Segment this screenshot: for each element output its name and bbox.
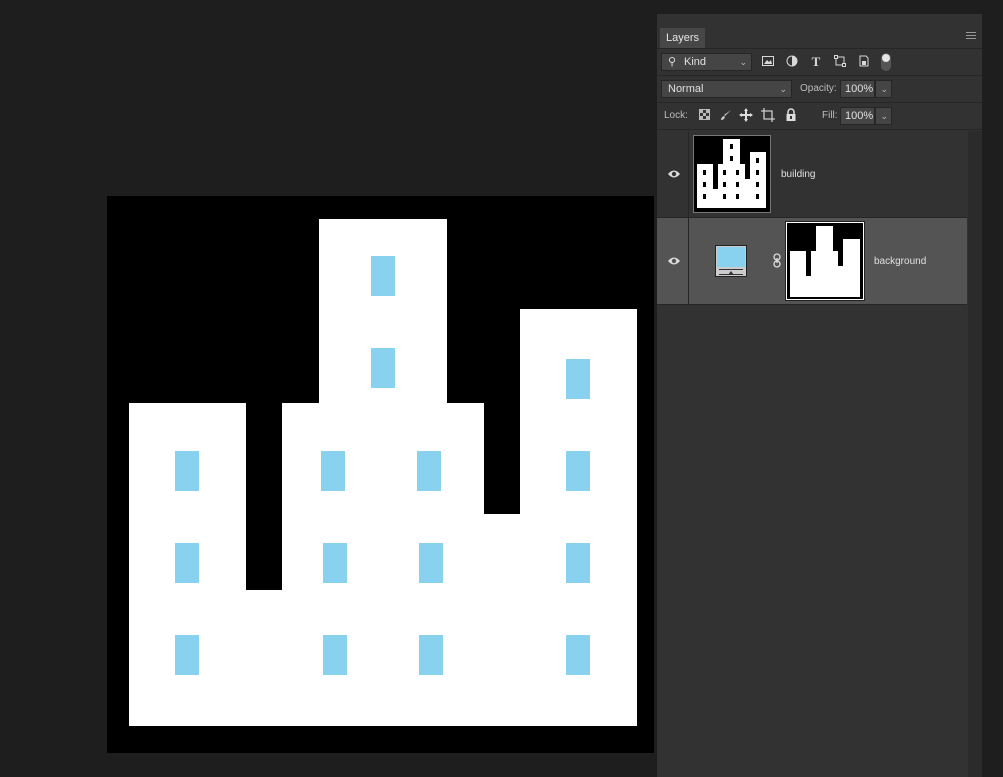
window bbox=[323, 543, 347, 583]
building-base-fill-right bbox=[484, 514, 520, 726]
smart-object-filter-icon[interactable] bbox=[857, 55, 871, 69]
layer-thumbnail bbox=[693, 135, 771, 213]
filter-row: ⚲ Kind ⌄ T bbox=[657, 49, 982, 76]
chevron-down-icon: ⌄ bbox=[739, 57, 747, 67]
panel-menu-icon[interactable] bbox=[966, 32, 976, 40]
search-icon: ⚲ bbox=[668, 56, 677, 68]
document-canvas[interactable] bbox=[107, 196, 654, 753]
layers-scrollbar[interactable] bbox=[968, 131, 982, 777]
layer-name-building[interactable]: building bbox=[781, 169, 815, 181]
lock-label: Lock: bbox=[664, 110, 688, 121]
lock-transparent-icon[interactable] bbox=[697, 109, 711, 123]
lock-image-icon[interactable] bbox=[719, 109, 733, 123]
link-chain-icon[interactable] bbox=[773, 253, 781, 269]
lock-position-icon[interactable] bbox=[739, 108, 753, 122]
window bbox=[566, 451, 590, 491]
opacity-label: Opacity: bbox=[800, 83, 837, 94]
opacity-value: 100% bbox=[845, 83, 874, 95]
fill-value: 100% bbox=[845, 110, 874, 122]
chevron-down-icon: ⌄ bbox=[880, 111, 888, 121]
layers-panel: Layers ⚲ Kind ⌄ T Normal ⌄ Opacity: 100%… bbox=[657, 14, 982, 777]
building-base-fill-left bbox=[246, 590, 282, 726]
tab-layers[interactable]: Layers bbox=[660, 28, 706, 48]
window bbox=[323, 635, 347, 675]
chevron-down-icon: ⌄ bbox=[880, 84, 888, 94]
layer-mask-thumbnail[interactable] bbox=[785, 221, 865, 301]
fill-layer-thumbnail bbox=[715, 245, 747, 277]
filter-kind-label: Kind bbox=[684, 56, 707, 68]
fill-input[interactable]: 100% bbox=[840, 107, 875, 125]
shape-filter-icon[interactable] bbox=[833, 55, 847, 69]
opacity-dropdown-button[interactable]: ⌄ bbox=[875, 80, 892, 98]
chevron-down-icon: ⌄ bbox=[779, 84, 787, 94]
window bbox=[371, 256, 395, 296]
window bbox=[321, 451, 345, 491]
window bbox=[419, 543, 443, 583]
window bbox=[175, 451, 199, 491]
lock-artboard-icon[interactable] bbox=[761, 108, 775, 122]
window bbox=[566, 359, 590, 399]
panel-header: Layers bbox=[657, 26, 982, 49]
layer-name-background[interactable]: background bbox=[874, 256, 926, 268]
fill-dropdown-button[interactable]: ⌄ bbox=[875, 107, 892, 125]
window bbox=[175, 543, 199, 583]
blend-mode-dropdown[interactable]: Normal ⌄ bbox=[661, 80, 792, 98]
filter-kind-dropdown[interactable]: ⚲ Kind ⌄ bbox=[661, 53, 752, 71]
fill-label: Fill: bbox=[822, 110, 838, 121]
window bbox=[419, 635, 443, 675]
adjustment-filter-icon[interactable] bbox=[785, 55, 799, 69]
window bbox=[417, 451, 441, 491]
window bbox=[371, 348, 395, 388]
building-center bbox=[282, 403, 484, 726]
window bbox=[566, 635, 590, 675]
visibility-eye-icon[interactable] bbox=[667, 256, 681, 266]
layer-row-background[interactable]: background bbox=[657, 218, 967, 305]
image-filter-icon[interactable] bbox=[761, 55, 775, 69]
layer-row-building[interactable]: building bbox=[657, 131, 967, 218]
lock-row: Lock: Fill: 100% ⌄ bbox=[657, 103, 982, 130]
window bbox=[175, 635, 199, 675]
canvas-area[interactable] bbox=[0, 0, 656, 777]
filter-toggle-icon[interactable] bbox=[881, 53, 891, 71]
type-filter-icon[interactable]: T bbox=[809, 55, 823, 69]
lock-all-icon[interactable] bbox=[784, 108, 798, 122]
blend-mode-value: Normal bbox=[668, 83, 704, 95]
window bbox=[566, 543, 590, 583]
visibility-eye-icon[interactable] bbox=[667, 169, 681, 179]
blend-row: Normal ⌄ Opacity: 100% ⌄ bbox=[657, 76, 982, 103]
opacity-input[interactable]: 100% bbox=[840, 80, 875, 98]
